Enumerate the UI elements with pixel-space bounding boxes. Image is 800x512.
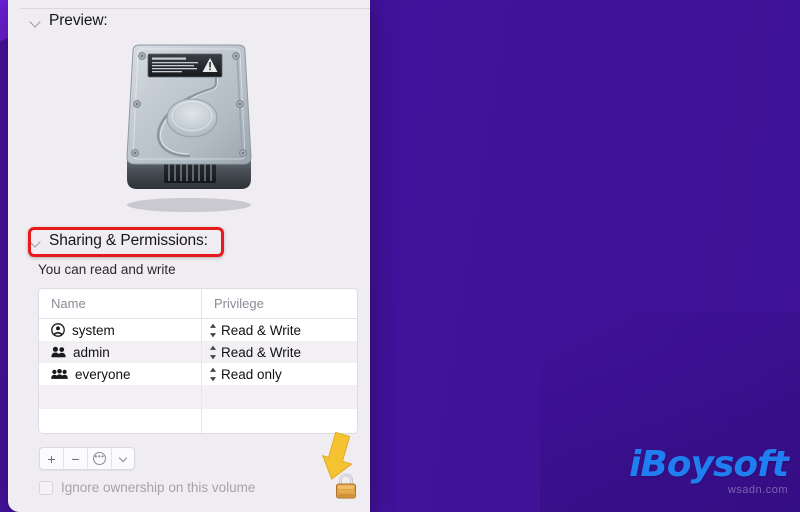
permissions-table[interactable]: Name Privilege system Read & Write admin… xyxy=(38,288,358,434)
access-status-text: You can read and write xyxy=(38,262,176,277)
internal-hard-drive-icon xyxy=(126,44,252,212)
ignore-ownership-checkbox[interactable] xyxy=(39,480,53,495)
screenshot-root: iBoysoft wsadn.com Preview: Sharing & Pe… xyxy=(0,0,800,512)
watermark-brand: iBoysoft xyxy=(628,444,789,485)
row-privilege-label: Read only xyxy=(221,366,282,382)
permissions-table-header: Name Privilege xyxy=(39,289,357,319)
permissions-toolbar[interactable]: + − ••• xyxy=(39,447,135,470)
table-row[interactable]: admin Read & Write xyxy=(39,341,357,363)
table-row[interactable]: everyone Read only xyxy=(39,363,357,385)
table-row[interactable] xyxy=(39,409,357,433)
row-name-label: everyone xyxy=(75,366,131,382)
preview-image-area xyxy=(8,34,370,219)
stepper-arrows-icon[interactable] xyxy=(209,367,217,382)
stepper-arrows-icon[interactable] xyxy=(209,345,217,360)
everyone-user-icon xyxy=(51,368,68,379)
row-privilege-label: Read & Write xyxy=(221,322,302,338)
annotation-arrow xyxy=(320,431,370,489)
add-user-button[interactable]: + xyxy=(40,448,64,469)
row-privilege-cell[interactable]: Read only xyxy=(202,363,357,385)
chevron-down-icon xyxy=(120,455,127,462)
remove-user-button[interactable]: − xyxy=(64,448,88,469)
row-name-cell[interactable]: admin xyxy=(39,341,202,363)
row-privilege-cell[interactable]: Read & Write xyxy=(202,319,357,341)
get-info-window: Preview: Sharing & Permissions: You can … xyxy=(8,0,370,512)
chevron-down-icon[interactable] xyxy=(30,236,41,247)
chevron-down-icon[interactable] xyxy=(30,16,41,27)
table-row[interactable]: system Read & Write xyxy=(39,319,357,341)
row-privilege-cell xyxy=(202,409,357,433)
row-name-label: admin xyxy=(73,344,110,360)
row-privilege-label: Read & Write xyxy=(221,344,302,360)
down-arrow-annotation xyxy=(321,431,353,480)
row-privilege-cell[interactable]: Read & Write xyxy=(202,341,357,363)
preview-section-header[interactable]: Preview: xyxy=(8,12,108,30)
window-separator xyxy=(20,8,370,9)
column-header-privilege[interactable]: Privilege xyxy=(202,289,357,318)
column-header-name[interactable]: Name xyxy=(39,289,202,318)
stepper-arrows-icon[interactable] xyxy=(209,323,217,338)
watermark-subtext: wsadn.com xyxy=(727,484,788,496)
sharing-permissions-label: Sharing & Permissions: xyxy=(49,232,208,249)
group-user-icon xyxy=(51,346,66,358)
preview-section-label: Preview: xyxy=(49,12,108,29)
row-name-cell[interactable]: system xyxy=(39,319,202,341)
watermark: iBoysoft wsadn.com xyxy=(628,444,789,497)
row-name-label: system xyxy=(72,322,115,338)
row-name-cell[interactable]: everyone xyxy=(39,363,202,385)
ignore-ownership-label: Ignore ownership on this volume xyxy=(61,480,256,495)
single-user-icon xyxy=(51,323,65,337)
action-menu-disclosure[interactable] xyxy=(112,448,134,469)
ignore-ownership-row[interactable]: Ignore ownership on this volume xyxy=(39,480,255,495)
row-name-cell xyxy=(39,385,202,409)
sharing-permissions-section-header[interactable]: Sharing & Permissions: xyxy=(8,232,208,250)
ellipsis-circle-icon: ••• xyxy=(93,452,106,465)
row-name-cell xyxy=(39,409,202,433)
action-menu-button[interactable]: ••• xyxy=(88,448,112,469)
row-privilege-cell xyxy=(202,385,357,409)
table-row[interactable] xyxy=(39,385,357,409)
